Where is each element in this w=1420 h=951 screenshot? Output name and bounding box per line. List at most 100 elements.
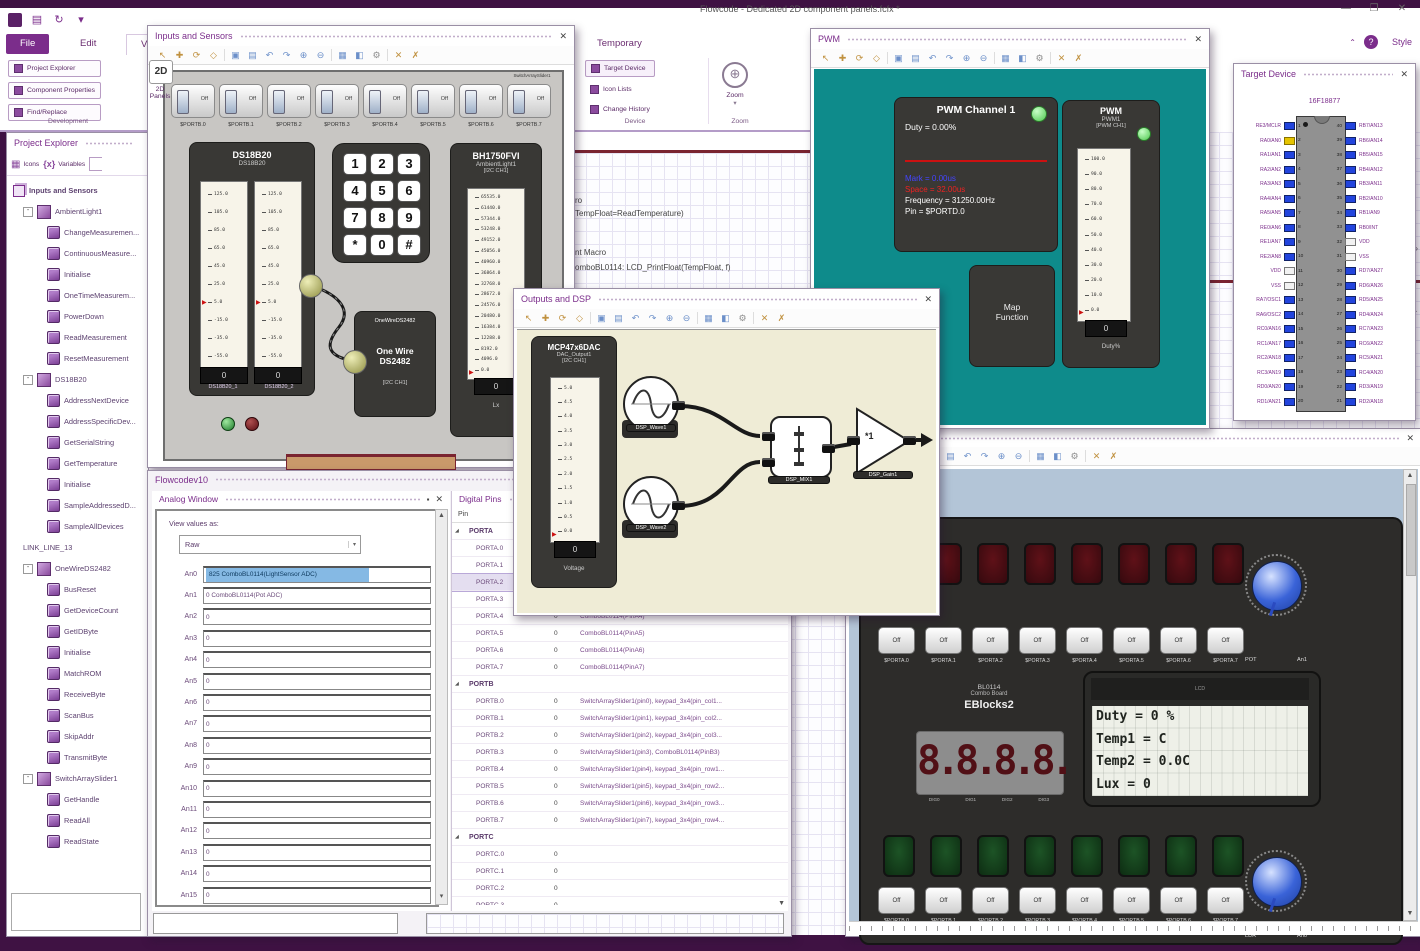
digital-pin-portc-1[interactable]: PORTC.1 0: [452, 863, 788, 880]
expander-icon[interactable]: -: [23, 563, 33, 574]
keypad-key-5[interactable]: 5: [370, 180, 394, 202]
close-icon[interactable]: ✕: [1406, 433, 1414, 444]
paste-icon[interactable]: ▤: [944, 450, 957, 463]
pin-icon[interactable]: [1345, 223, 1356, 232]
undo-icon[interactable]: ↶: [926, 52, 939, 65]
ribbon-button-project-explorer[interactable]: Project Explorer: [8, 60, 102, 77]
copy-icon[interactable]: ▣: [229, 49, 242, 62]
analog-value-input[interactable]: 0: [203, 843, 431, 861]
keypad-component[interactable]: 1 2 3 4 5 6 7 8 9 * 0 #: [332, 143, 430, 263]
help-icon[interactable]: ?: [1364, 35, 1378, 49]
copy-icon[interactable]: ▣: [892, 52, 905, 65]
analog-value-input[interactable]: 0: [203, 715, 431, 733]
undo-icon[interactable]: ↶: [961, 450, 974, 463]
component-icon[interactable]: ◧: [353, 49, 366, 62]
settings-icon[interactable]: ⚙: [1033, 52, 1046, 65]
undo-icon[interactable]: ↶: [263, 49, 276, 62]
toggle-icon-lists[interactable]: Icon Lists: [585, 82, 655, 97]
toggle-change-history[interactable]: Change History: [585, 102, 655, 117]
paste-icon[interactable]: ▤: [909, 52, 922, 65]
zoom-out-icon[interactable]: ⊖: [314, 49, 327, 62]
digital-group-portb[interactable]: ◢ PORTB: [452, 676, 788, 693]
digital-pin-portb-2[interactable]: PORTB.2 0 SwitchArraySlider1(pin2), keypad…: [452, 727, 788, 744]
tab-icons[interactable]: ▦ Icons: [11, 159, 39, 170]
tree-item-onewireds2482[interactable]: - OneWireDS2482: [7, 558, 148, 579]
pwm-slider-component[interactable]: PWM PWM1 [PWM CH1] 100.0 90.0 80.0 70.0 60.0…: [1062, 100, 1160, 368]
temperature-scale-2[interactable]: 125.0 105.0 85.0 65.0 45.0 25.0 5.0 -15.0 -35.0-…: [254, 181, 302, 369]
pin-icon[interactable]: [1345, 209, 1356, 217]
pin-icon[interactable]: [1345, 180, 1356, 188]
toggle-switch[interactable]: Off: [219, 84, 263, 118]
grab-tool-icon[interactable]: ◇: [573, 312, 586, 325]
analog-value-input[interactable]: 0: [203, 800, 431, 818]
restore-button[interactable]: ❐: [1360, 3, 1388, 14]
scroll-up-icon[interactable]: ▲: [1404, 470, 1416, 482]
pin-icon[interactable]: [1284, 267, 1295, 275]
pin-icon[interactable]: [1284, 383, 1295, 391]
save-icon[interactable]: ▤: [30, 13, 44, 27]
toggle-switch[interactable]: Off: [363, 84, 407, 118]
zoom-out-icon[interactable]: ⊖: [1012, 450, 1025, 463]
pwm-duty-scale[interactable]: 100.0 90.0 80.0 70.0 60.0 50.0 40.0 30.0 20.0 10.…: [1077, 148, 1131, 322]
toggle-switch[interactable]: Off: [171, 84, 215, 118]
tab-edit[interactable]: Edit: [66, 34, 110, 54]
pin-icon[interactable]: [1284, 339, 1295, 348]
auto-hide-icon[interactable]: ▪: [427, 495, 430, 504]
delete-icon[interactable]: ✕: [1090, 450, 1103, 463]
component-icon[interactable]: ◧: [1051, 450, 1064, 463]
close-icon[interactable]: ✕: [435, 494, 443, 505]
tree-item-initialise[interactable]: Initialise: [7, 474, 148, 495]
tree-item-matchrom[interactable]: MatchROM: [7, 663, 148, 684]
tab-file[interactable]: File: [6, 34, 50, 54]
tree-item-inputs-and-sensors[interactable]: Inputs and Sensors: [7, 180, 148, 201]
redo-icon[interactable]: ↷: [978, 450, 991, 463]
zoom-out-icon[interactable]: ⊖: [680, 312, 693, 325]
pin-icon[interactable]: [1345, 354, 1356, 362]
tree-item-scanbus[interactable]: ScanBus: [7, 705, 148, 726]
tree-item-gethandle[interactable]: GetHandle: [7, 789, 148, 810]
clear-icon[interactable]: ✗: [775, 312, 788, 325]
map-function-component[interactable]: Map Function: [969, 265, 1055, 367]
keypad-key-8[interactable]: 8: [370, 207, 394, 229]
customize-toolbar-icon[interactable]: ▾: [74, 13, 88, 27]
pin-icon[interactable]: [1345, 151, 1356, 159]
pin-icon[interactable]: [1284, 397, 1295, 406]
settings-icon[interactable]: ⚙: [370, 49, 383, 62]
close-icon[interactable]: ✕: [559, 31, 567, 42]
tree-item-getdevicecount[interactable]: GetDeviceCount: [7, 600, 148, 621]
pan-tool-icon[interactable]: ✚: [173, 49, 186, 62]
component-icon[interactable]: ◧: [1016, 52, 1029, 65]
expander-icon[interactable]: -: [23, 374, 33, 385]
tab-temporary[interactable]: Temporary: [583, 34, 656, 54]
minimize-button[interactable]: —: [1332, 3, 1360, 14]
keypad-key-7[interactable]: 7: [343, 207, 367, 229]
pin-icon[interactable]: [1345, 281, 1356, 290]
analog-value-input[interactable]: 0: [203, 779, 431, 797]
scroll-down-icon[interactable]: ▾: [436, 892, 447, 902]
redo-icon[interactable]: ↷: [646, 312, 659, 325]
pin-icon[interactable]: [1284, 122, 1295, 130]
redo-icon[interactable]: ↷: [943, 52, 956, 65]
rotate-tool-icon[interactable]: ⟳: [556, 312, 569, 325]
digital-pin-portb-3[interactable]: PORTB.3 0 SwitchArraySlider1(pin3), ComboB…: [452, 744, 788, 761]
keypad-key-4[interactable]: 4: [343, 180, 367, 202]
toggle-switch[interactable]: Off: [459, 84, 503, 118]
pot-knob[interactable]: [1245, 554, 1307, 617]
pin-icon[interactable]: [1345, 383, 1356, 391]
pin-icon[interactable]: [1345, 194, 1356, 203]
tree-item-gettemperature[interactable]: GetTemperature: [7, 453, 148, 474]
chart-icon[interactable]: ▦: [1034, 450, 1047, 463]
app-icon[interactable]: [8, 13, 22, 27]
analog-value-input[interactable]: 0: [203, 736, 431, 754]
close-icon[interactable]: ✕: [924, 294, 932, 305]
delete-icon[interactable]: ✕: [758, 312, 771, 325]
push-button[interactable]: Off: [1113, 887, 1150, 914]
zoom-in-icon[interactable]: ⊕: [663, 312, 676, 325]
tree-item-addressnextdevice[interactable]: AddressNextDevice: [7, 390, 148, 411]
push-button[interactable]: Off: [1160, 627, 1197, 654]
component-icon[interactable]: ◧: [719, 312, 732, 325]
ribbon-button-component-properties[interactable]: Component Properties: [8, 82, 102, 99]
tree-item-changemeasuremen-[interactable]: ChangeMeasuremen...: [7, 222, 148, 243]
tree-item-samplealldevices[interactable]: SampleAllDevices: [7, 516, 148, 537]
delete-icon[interactable]: ✕: [1055, 52, 1068, 65]
